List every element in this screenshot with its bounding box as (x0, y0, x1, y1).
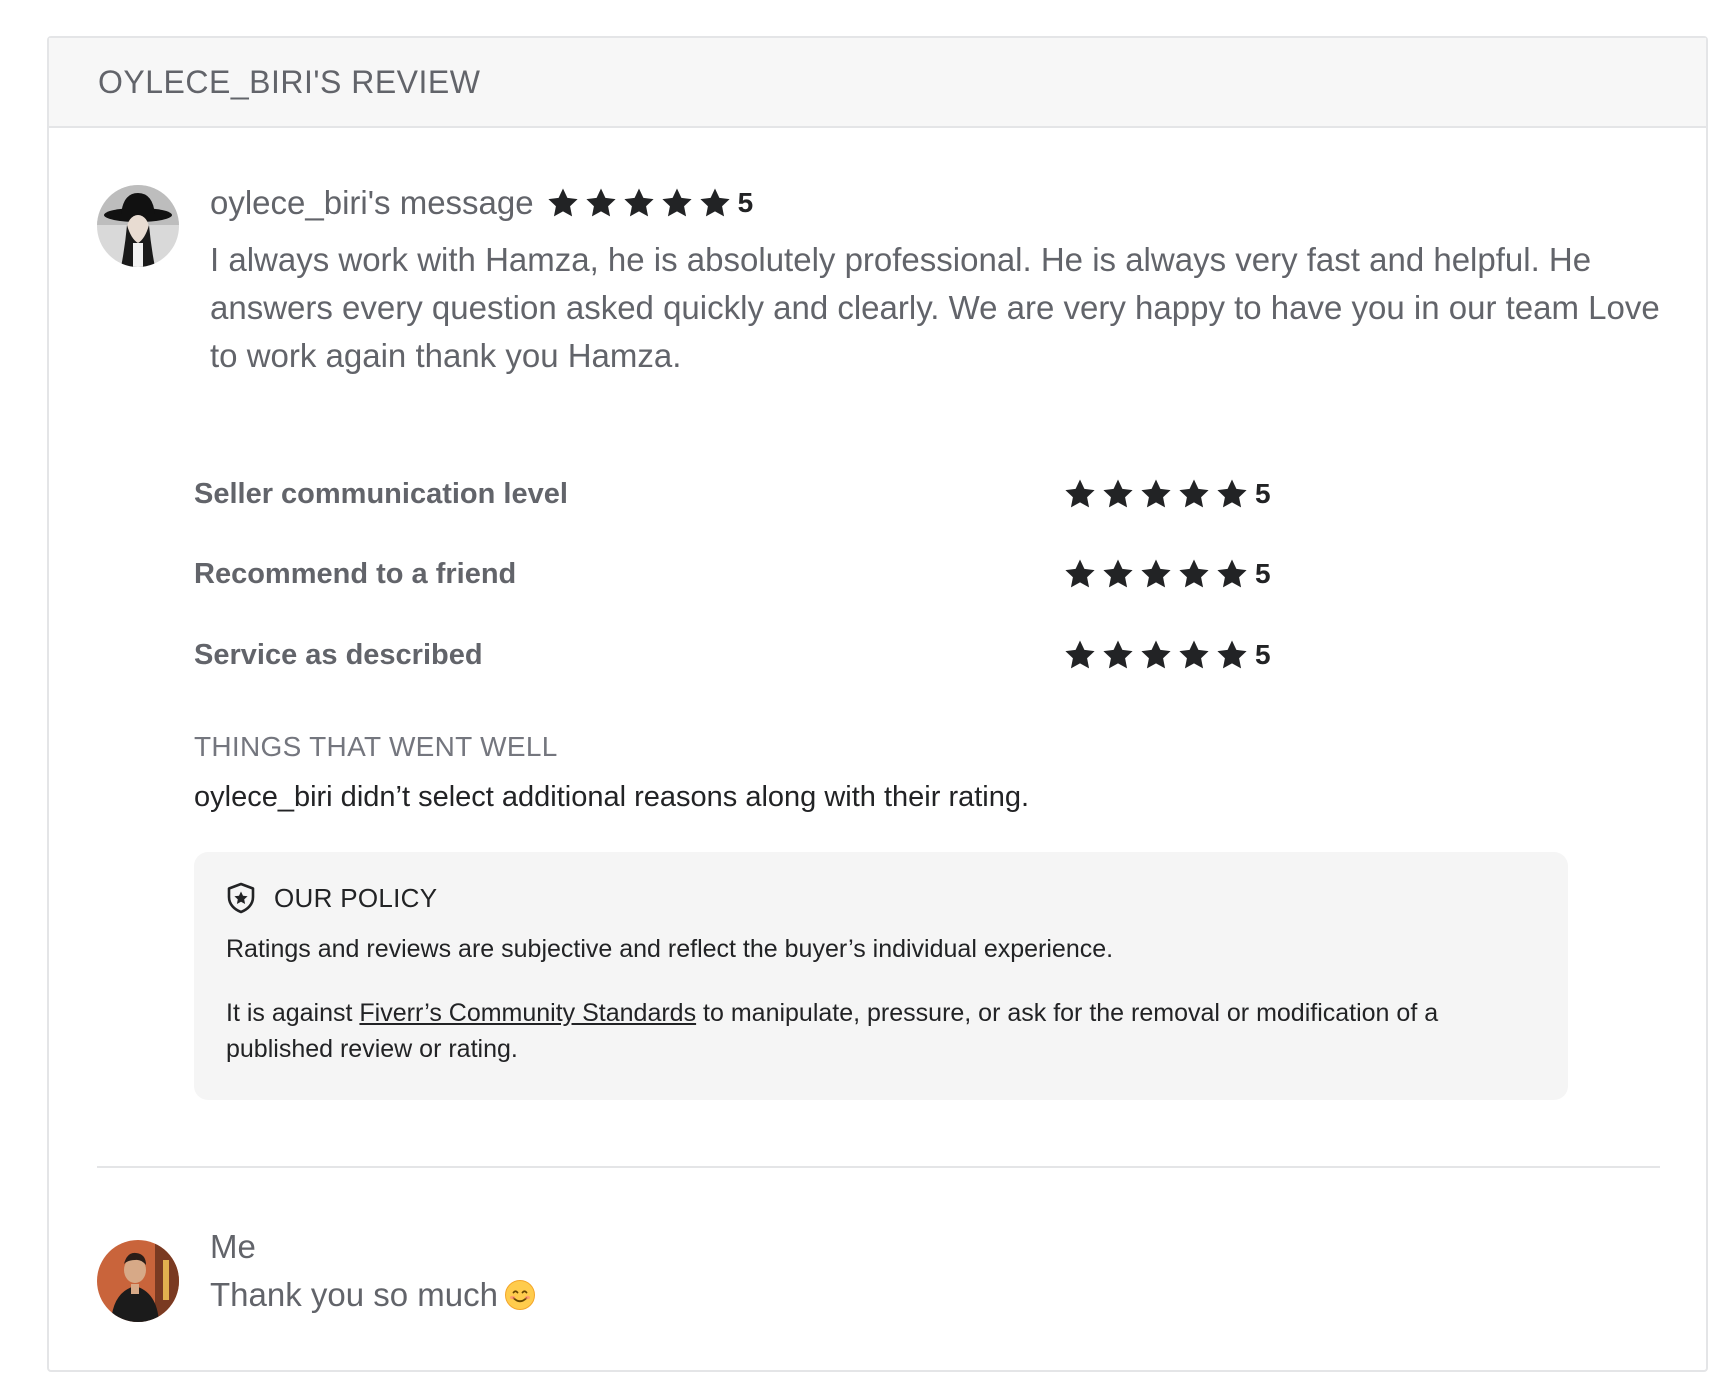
star-icon (1215, 638, 1249, 672)
star-icon (1139, 557, 1173, 591)
rating-row-communication: Seller communication level 5 (194, 469, 1294, 519)
star-icon (1101, 638, 1135, 672)
star-icon (1063, 557, 1097, 591)
star-icon (698, 186, 732, 220)
reply-message: Thank you so much (210, 1276, 536, 1314)
rating-label: Service as described (194, 639, 483, 671)
reply-text: Thank you so much (210, 1276, 498, 1313)
review-card: OYLECE_BIRI'S REVIEW oylece_biri's messa… (47, 36, 1708, 1372)
star-icon (1139, 638, 1173, 672)
message-author: oylece_biri's message (210, 184, 534, 221)
rating-stars: 5 (1063, 638, 1271, 672)
overall-rating-stars: 5 (546, 186, 754, 220)
policy-box: OUR POLICY Ratings and reviews are subje… (194, 852, 1568, 1100)
seller-avatar[interactable] (97, 1240, 179, 1322)
smiling-face-emoji-icon (504, 1279, 536, 1311)
rating-stars: 5 (1063, 477, 1271, 511)
rating-label: Recommend to a friend (194, 558, 517, 590)
star-icon (660, 186, 694, 220)
rating-value: 5 (1255, 478, 1271, 509)
star-icon (1215, 477, 1249, 511)
star-icon (622, 186, 656, 220)
star-icon (1063, 638, 1097, 672)
review-header: OYLECE_BIRI'S REVIEW (49, 38, 1706, 128)
star-icon (546, 186, 580, 220)
rating-row-service: Service as described 5 (194, 630, 1294, 680)
rating-row-recommend: Recommend to a friend 5 (194, 549, 1294, 599)
policy-text-standards: It is against Fiverr’s Community Standar… (226, 995, 1546, 1067)
star-icon (1101, 557, 1135, 591)
reply-author: Me (210, 1228, 256, 1265)
star-icon (1063, 477, 1097, 511)
review-message-text: I always work with Hamza, he is absolute… (210, 241, 1660, 374)
rating-label: Seller communication level (194, 478, 568, 510)
buyer-avatar[interactable] (97, 185, 179, 267)
policy-title: OUR POLICY (274, 882, 438, 913)
shield-star-icon (226, 882, 256, 914)
star-icon (1177, 638, 1211, 672)
rating-value: 5 (1255, 639, 1271, 670)
star-icon (1101, 477, 1135, 511)
star-icon (584, 186, 618, 220)
policy-text-prefix: It is against (226, 999, 360, 1027)
divider (97, 1166, 1660, 1168)
star-icon (1177, 477, 1211, 511)
community-standards-link[interactable]: Fiverr’s Community Standards (359, 999, 696, 1027)
rating-value: 5 (1255, 558, 1271, 589)
policy-text: Ratings and reviews are subjective and r… (226, 935, 1114, 963)
went-well-title: THINGS THAT WENT WELL (194, 731, 558, 762)
overall-rating-value: 5 (737, 187, 754, 218)
star-icon (1177, 557, 1211, 591)
rating-stars: 5 (1063, 557, 1271, 591)
went-well-text: oylece_biri didn’t select additional rea… (194, 781, 1030, 813)
review-title: OYLECE_BIRI'S REVIEW (98, 63, 481, 100)
message-header: oylece_biri's message 5 (210, 177, 753, 229)
star-icon (1215, 557, 1249, 591)
policy-header: OUR POLICY (226, 882, 437, 914)
star-icon (1139, 477, 1173, 511)
